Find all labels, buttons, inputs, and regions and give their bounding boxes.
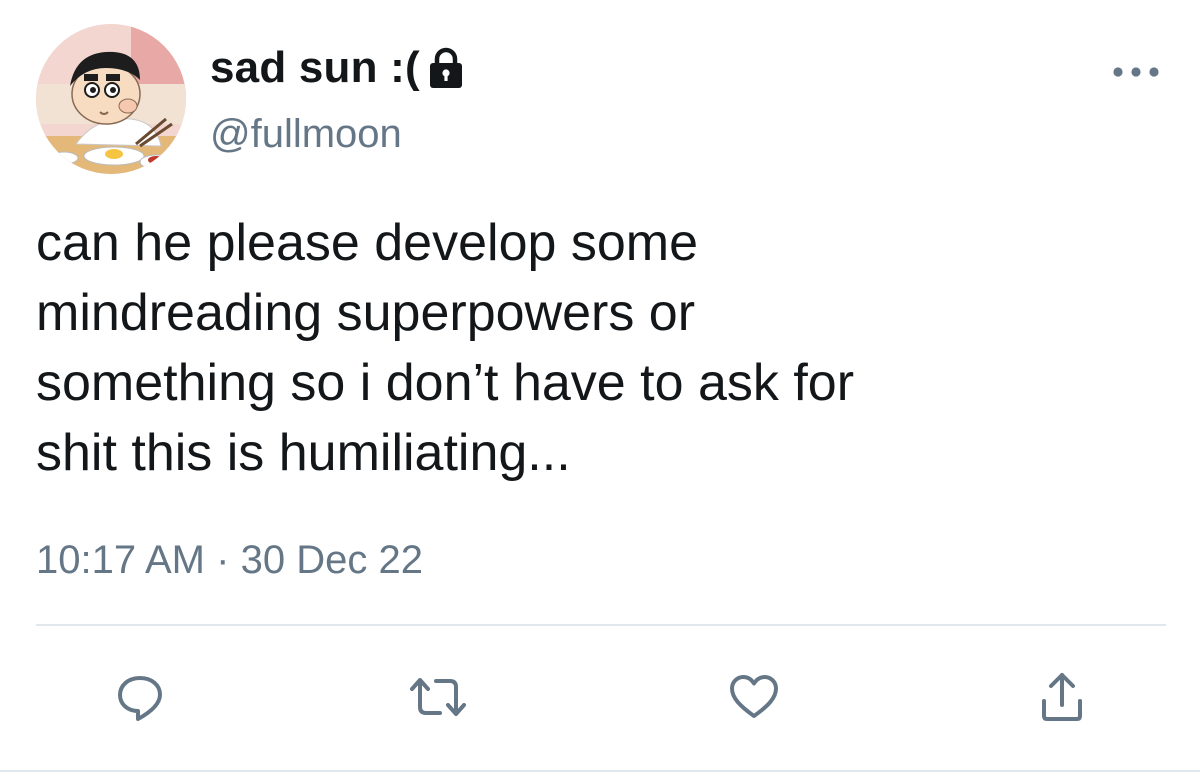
meta-separator: ·	[216, 538, 230, 582]
retweet-icon	[410, 678, 466, 716]
avatar[interactable]	[36, 24, 186, 174]
reply-button[interactable]	[108, 665, 172, 729]
username-handle[interactable]: @fullmoon	[210, 112, 402, 157]
heart-icon	[730, 675, 778, 718]
divider	[36, 624, 1166, 626]
tweet-card: sad sun :( @fullmoon can he please devel…	[0, 0, 1200, 783]
reply-icon	[118, 676, 162, 721]
author-name-row: sad sun :(	[210, 40, 466, 96]
retweet-button[interactable]	[406, 665, 470, 729]
tweet-timestamp[interactable]: 10:17 AM · 30 Dec 22	[36, 538, 423, 583]
share-button[interactable]	[1030, 665, 1094, 729]
tweet-text: can he please develop some mindreading s…	[36, 214, 855, 482]
bottom-divider	[0, 770, 1200, 772]
cartoon-avatar-icon	[36, 24, 186, 174]
share-icon	[1042, 673, 1082, 721]
lock-icon	[426, 46, 466, 90]
like-button[interactable]	[722, 665, 786, 729]
display-name[interactable]: sad sun :(	[210, 43, 420, 93]
more-horizontal-icon[interactable]	[1108, 60, 1164, 84]
tweet-time: 10:17 AM	[36, 538, 206, 582]
tweet-date: 30 Dec 22	[240, 538, 423, 582]
tweet-actions	[0, 665, 1200, 729]
